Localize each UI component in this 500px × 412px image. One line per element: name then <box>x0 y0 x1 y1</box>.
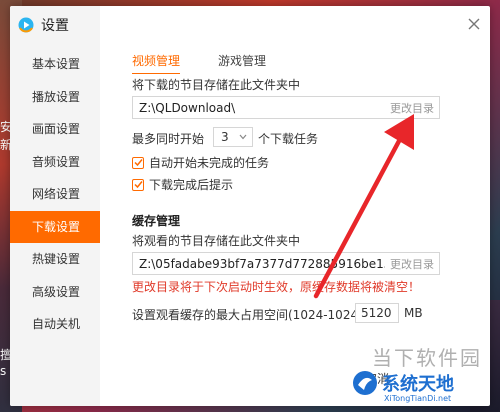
max-tasks-suffix: 个下载任务 <box>258 132 319 146</box>
cache-max-label: 设置观看缓存的最大占用空间(1024-10240) <box>132 308 371 322</box>
max-tasks-value: 3 <box>221 130 229 144</box>
max-tasks-prefix: 最多同时开始 <box>132 132 205 146</box>
cache-unit: MB <box>404 306 423 320</box>
play-logo-icon <box>18 17 34 33</box>
sidebar-item-network[interactable]: 网络设置 <box>10 178 100 211</box>
settings-tabs: 视频管理 游戏管理 <box>132 52 304 74</box>
check-icon <box>133 159 143 167</box>
watermark-top-text: 当下软件园 <box>372 346 482 370</box>
sidebar-item-picture[interactable]: 画面设置 <box>10 113 100 146</box>
download-folder-label: 将下载的节目存储在此文件夹中 <box>132 78 301 92</box>
auto-start-checkbox[interactable] <box>132 156 144 169</box>
sidebar-item-hotkeys[interactable]: 热键设置 <box>10 243 100 276</box>
auto-start-label: 自动开始未完成的任务 <box>149 156 270 170</box>
notify-option: 下载完成后提示 <box>132 176 233 193</box>
watermark-logo-icon <box>353 371 377 395</box>
sidebar-item-playback[interactable]: 播放设置 <box>10 81 100 114</box>
sidebar-item-audio[interactable]: 音频设置 <box>10 146 100 179</box>
sidebar-item-download[interactable]: 下载设置 <box>10 210 100 243</box>
cache-max-input[interactable]: 5120 <box>355 303 399 323</box>
download-folder-path: Z:\QLDownload\ <box>139 100 236 115</box>
max-tasks-select[interactable]: 3 <box>213 127 253 147</box>
check-icon <box>133 181 143 189</box>
sidebar-item-basic[interactable]: 基本设置 <box>10 48 100 81</box>
dialog-title: 设置 <box>41 18 69 34</box>
settings-dialog: 设置 基本设置 播放设置 画面设置 音频设置 网络设置 下载设置 热键设置 高级… <box>10 6 490 406</box>
chevron-down-icon <box>239 134 247 140</box>
settings-nav: 基本设置 播放设置 画面设置 音频设置 网络设置 下载设置 热键设置 高级设置 … <box>10 48 100 341</box>
auto-start-option: 自动开始未完成的任务 <box>132 154 269 171</box>
tab-video-management[interactable]: 视频管理 <box>132 52 181 74</box>
cache-folder-label: 将观看的节目存储在此文件夹中 <box>132 234 301 248</box>
watermark: 当下软件园 系统天地 XiTongTianDi.net <box>350 336 490 406</box>
watermark-sub-text: XiTongTianDi.net <box>384 394 452 403</box>
watermark-main-text: 系统天地 <box>382 374 454 395</box>
notify-checkbox[interactable] <box>132 178 144 191</box>
red-arrow-annotation <box>313 114 414 299</box>
sidebar-item-advanced[interactable]: 高级设置 <box>10 276 100 309</box>
settings-sidebar: 设置 基本设置 播放设置 画面设置 音频设置 网络设置 下载设置 热键设置 高级… <box>10 6 100 406</box>
sidebar-item-auto-shutdown[interactable]: 自动关机 <box>10 308 100 341</box>
tab-game-management[interactable]: 游戏管理 <box>218 52 266 74</box>
cache-section-title: 缓存管理 <box>132 214 181 228</box>
background-text: s <box>0 364 7 378</box>
dialog-header: 设置 <box>18 16 69 34</box>
notify-label: 下载完成后提示 <box>149 178 234 192</box>
